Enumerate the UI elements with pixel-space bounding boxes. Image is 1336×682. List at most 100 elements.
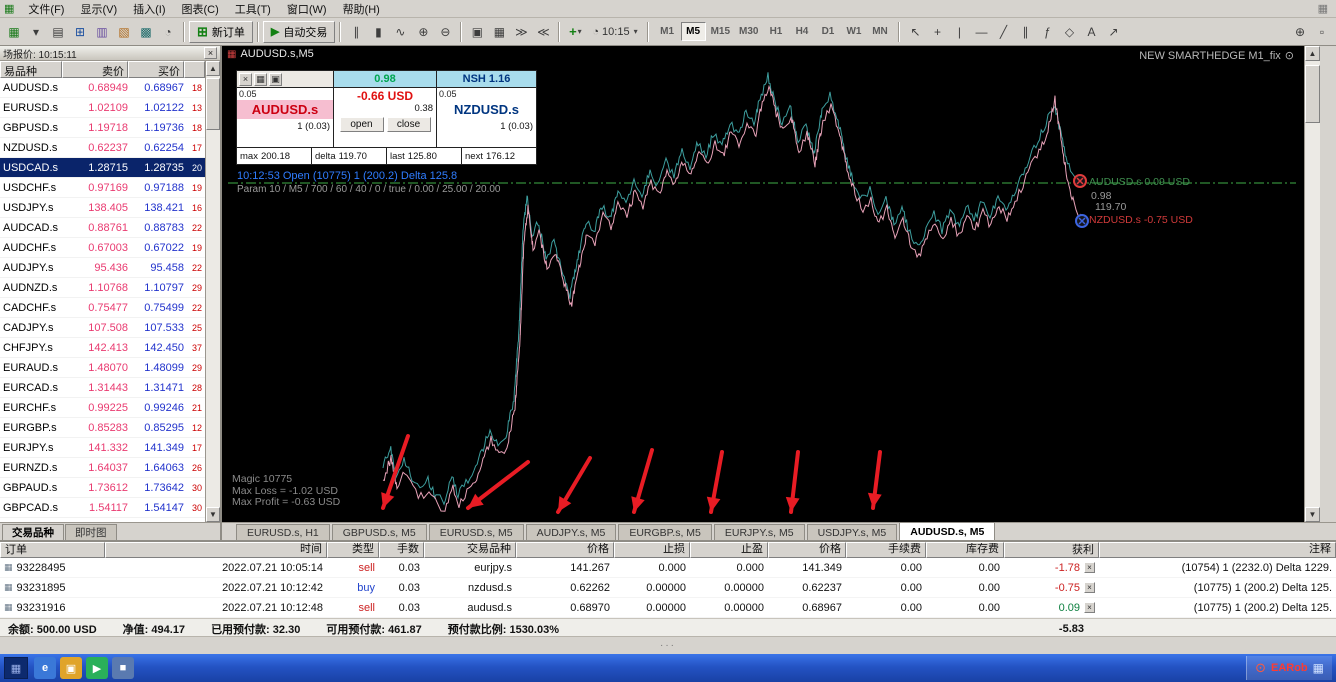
menu-item[interactable]: 工具(T) <box>227 0 279 18</box>
market-watch-row[interactable]: AUDJPY.s 95.436 95.458 22 <box>0 258 205 278</box>
menu-item[interactable]: 图表(C) <box>174 0 227 18</box>
timeframe-d1[interactable]: D1 <box>815 22 840 41</box>
indicators-icon[interactable]: + ▾ <box>564 21 586 43</box>
horizontal-line-icon[interactable]: — <box>970 21 992 43</box>
market-watch-row[interactable]: GBPUSD.s 1.19718 1.19736 18 <box>0 118 205 138</box>
start-button[interactable]: ▦ <box>4 657 28 679</box>
new-order-button[interactable]: ⊞ 新订单 <box>189 21 253 43</box>
market-watch-row[interactable]: AUDCAD.s 0.88761 0.88783 22 <box>0 218 205 238</box>
autotrading-button[interactable]: ▶ 自动交易 <box>263 21 335 43</box>
timeframe-mn[interactable]: MN <box>867 22 892 41</box>
channel-icon[interactable]: ∥ <box>1014 21 1036 43</box>
crosshair-icon[interactable]: + <box>926 21 948 43</box>
market-watch-row[interactable]: EURCAD.s 1.31443 1.31471 28 <box>0 378 205 398</box>
autoscroll-icon[interactable]: ≫ <box>510 21 532 43</box>
column-time[interactable]: 时间 <box>105 542 327 558</box>
close-order-button[interactable]: × <box>1084 562 1095 573</box>
close-order-button[interactable]: × <box>1084 582 1095 593</box>
column-order[interactable]: 订单 <box>0 542 105 558</box>
magnifier-icon[interactable]: ⊕ <box>1289 21 1311 43</box>
close-order-button[interactable]: × <box>1084 602 1095 613</box>
column-open-price[interactable]: 价格 <box>516 542 614 558</box>
strategy-tester-icon[interactable]: ◔ <box>157 21 179 43</box>
scrollbar-thumb[interactable] <box>1305 65 1320 123</box>
timeframe-m30[interactable]: M30 <box>735 22 762 41</box>
scrollbar-thumb[interactable] <box>206 78 220 130</box>
market-watch-row[interactable]: USDCAD.s 1.28715 1.28735 20 <box>0 158 205 178</box>
navigator-icon[interactable]: ▧ <box>113 21 135 43</box>
panel-close-icon[interactable]: × <box>239 73 252 86</box>
market-watch-row[interactable]: EURUSD.s 1.02109 1.02122 13 <box>0 98 205 118</box>
data-window-icon[interactable]: ▥ <box>91 21 113 43</box>
tile-windows-icon[interactable]: ▣ <box>466 21 488 43</box>
market-watch-scrollbar[interactable]: ▲ ▼ <box>205 61 220 522</box>
menu-item[interactable]: 文件(F) <box>20 0 72 18</box>
new-chart-icon[interactable]: ▦ <box>3 21 25 43</box>
market-watch-row[interactable]: GBPAUD.s 1.73612 1.73642 30 <box>0 478 205 498</box>
market-watch-row[interactable]: AUDNZD.s 1.10768 1.10797 29 <box>0 278 205 298</box>
market-watch-row[interactable]: CADCHF.s 0.75477 0.75499 22 <box>0 298 205 318</box>
new-chart-dropdown-icon[interactable]: ▾ <box>25 21 47 43</box>
chart-area[interactable]: ▦ AUDUSD.s,M5 NEW SMARTHEDGE M1_fix ⊙ ×▦… <box>222 46 1304 522</box>
column-current-price[interactable]: 价格 <box>768 542 846 558</box>
cursor-icon[interactable]: ↖ <box>904 21 926 43</box>
column-ask[interactable]: 买价 <box>128 61 184 78</box>
column-symbol[interactable]: 易品种 <box>0 61 62 78</box>
scroll-up-icon[interactable]: ▲ <box>1305 46 1320 61</box>
chart-scrollbar[interactable]: ▲ ▼ <box>1304 46 1320 522</box>
menu-item[interactable]: 帮助(H) <box>335 0 388 18</box>
menu-item[interactable]: 显示(V) <box>72 0 125 18</box>
shapes-icon[interactable]: ◇ <box>1058 21 1080 43</box>
app-window-icon[interactable]: ■ <box>112 657 134 679</box>
column-stop-loss[interactable]: 止损 <box>614 542 690 558</box>
folder-icon[interactable]: ▣ <box>60 657 82 679</box>
browser-icon[interactable]: e <box>34 657 56 679</box>
chart-tab-eurjpy-m5[interactable]: EURJPY.s, M5 <box>714 524 805 540</box>
market-watch-row[interactable]: EURAUD.s 1.48070 1.48099 29 <box>0 358 205 378</box>
player-icon[interactable]: ▶ <box>86 657 108 679</box>
order-row[interactable]: ▦93231895 2022.07.21 10:12:42 buy 0.03 n… <box>0 578 1336 598</box>
profiles-icon[interactable]: ▤ <box>47 21 69 43</box>
market-watch-row[interactable]: CHFJPY.s 142.413 142.450 37 <box>0 338 205 358</box>
zoom-in-icon[interactable]: ⊕ <box>412 21 434 43</box>
bar-chart-icon[interactable]: ∥ <box>345 21 367 43</box>
line-chart-icon[interactable]: ∿ <box>389 21 411 43</box>
timeframe-h4[interactable]: H4 <box>789 22 814 41</box>
timeframe-m5[interactable]: M5 <box>681 22 706 41</box>
column-profit[interactable]: 获利 <box>1004 542 1099 558</box>
panel-splitter[interactable]: ··· <box>0 636 1336 654</box>
chart-tab-eurusd-m5[interactable]: EURUSD.s, M5 <box>429 524 524 540</box>
cascade-windows-icon[interactable]: ▦ <box>488 21 510 43</box>
timeframe-m15[interactable]: M15 <box>707 22 734 41</box>
market-watch-row[interactable]: USDCHF.s 0.97169 0.97188 19 <box>0 178 205 198</box>
tab-tick-chart[interactable]: 即时图 <box>65 524 117 540</box>
market-watch-row[interactable]: USDJPY.s 138.405 138.421 16 <box>0 198 205 218</box>
terminal-icon[interactable]: ▩ <box>135 21 157 43</box>
scroll-down-icon[interactable]: ▼ <box>206 507 220 522</box>
close-icon[interactable]: × <box>204 47 217 59</box>
candlestick-icon[interactable]: ▮ <box>367 21 389 43</box>
market-watch-row[interactable]: NZDUSD.s 0.62237 0.62254 17 <box>0 138 205 158</box>
clock-button[interactable]: ◔ 10:15 ▾ <box>587 22 642 42</box>
zoom-out-icon[interactable]: ⊖ <box>434 21 456 43</box>
market-watch-row[interactable]: AUDCHF.s 0.67003 0.67022 19 <box>0 238 205 258</box>
chart-shift-icon[interactable]: ≪ <box>532 21 554 43</box>
chart-tab-gbpusd-m5[interactable]: GBPUSD.s, M5 <box>332 524 427 540</box>
market-watch-row[interactable]: EURGBP.s 0.85283 0.85295 12 <box>0 418 205 438</box>
panel-grid-icon[interactable]: ▦ <box>254 73 267 86</box>
timeframe-m1[interactable]: M1 <box>655 22 680 41</box>
column-type[interactable]: 类型 <box>327 542 379 558</box>
market-watch-row[interactable]: EURJPY.s 141.332 141.349 17 <box>0 438 205 458</box>
scroll-down-icon[interactable]: ▼ <box>1305 507 1320 522</box>
ea-tray-icon[interactable]: ⊙ <box>1255 660 1266 676</box>
market-watch-icon[interactable]: ⊞ <box>69 21 91 43</box>
chart-tab-audjpy-m5[interactable]: AUDJPY.s, M5 <box>526 524 617 540</box>
tray-extra-icon[interactable]: ▦ <box>1313 661 1324 675</box>
text-label-icon[interactable]: A <box>1080 21 1102 43</box>
chart-tab-audusd-m5[interactable]: AUDUSD.s, M5 <box>899 522 995 540</box>
column-lots[interactable]: 手数 <box>379 542 424 558</box>
column-spread[interactable] <box>184 61 205 78</box>
timeframe-h1[interactable]: H1 <box>763 22 788 41</box>
column-comment[interactable]: 注释 <box>1099 542 1336 558</box>
more-tools-icon[interactable]: ▫ <box>1311 21 1333 43</box>
